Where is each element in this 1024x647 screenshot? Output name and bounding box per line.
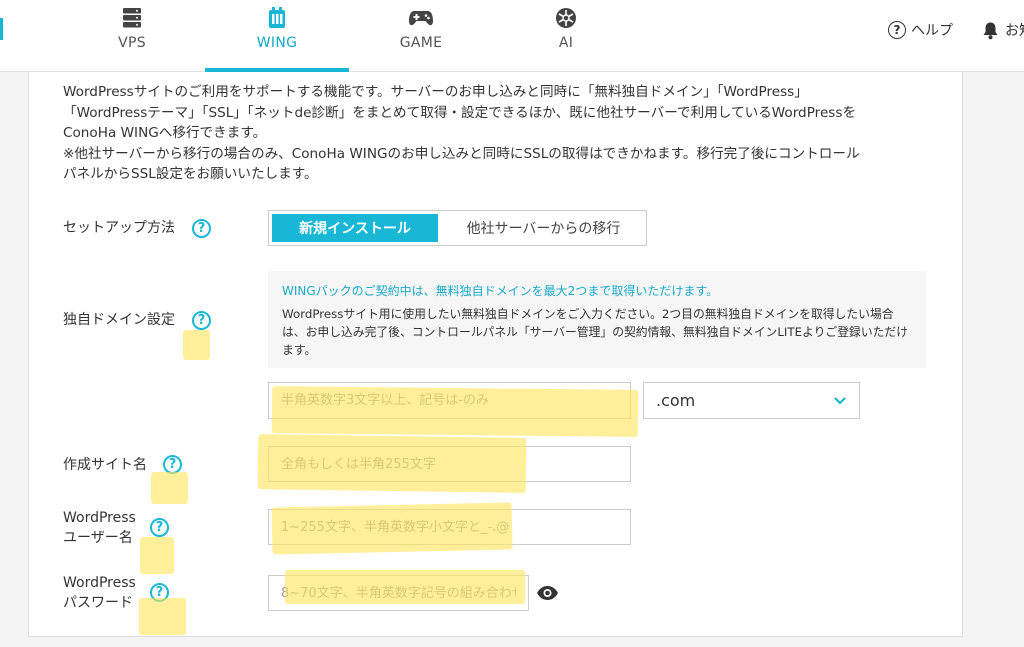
server-icon (121, 7, 143, 29)
domain-help-icon[interactable]: ? (192, 311, 211, 330)
description-line: 「WordPressテーマ」「SSL」「ネットde診断」をまとめて取得・設定でき… (63, 104, 857, 121)
highlighter-mark (139, 598, 186, 635)
new-install-option[interactable]: 新規インストール (272, 214, 438, 242)
setup-method-label: セットアップ方法 (63, 220, 175, 236)
wp-username-label: WordPress ユーザー名 (63, 508, 136, 548)
domain-info-box: WINGパックのご契約中は、無料独自ドメインを最大2つまで取得いただけます。 W… (268, 271, 926, 368)
help-label: ヘルプ (911, 23, 953, 39)
wp-password-label-line1: WordPress (63, 575, 136, 591)
ai-icon (555, 7, 577, 29)
notification-label: お知 (1005, 23, 1024, 39)
show-password-icon[interactable] (536, 585, 559, 601)
wp-username-label-line2: ユーザー名 (63, 530, 133, 546)
migrate-option[interactable]: 他社サーバーからの移行 (441, 211, 646, 245)
tab-vps[interactable]: VPS (60, 0, 204, 72)
description-line: パネルからSSL設定をお願いいたします。 (63, 166, 318, 182)
domain-info-highlight: WINGパックのご契約中は、無料独自ドメインを最大2つまで取得いただけます。 (282, 284, 719, 298)
setup-help-icon[interactable]: ? (192, 219, 211, 238)
description-line: WordPressサイトのご利用をサポートする機能です。サーバーのお申し込みと同… (63, 84, 808, 100)
wp-username-label-line1: WordPress (63, 510, 136, 526)
highlighter-mark (257, 434, 527, 493)
tab-ai[interactable]: AI (494, 0, 638, 72)
chevron-down-icon (834, 396, 846, 405)
highlighter-mark (271, 386, 639, 437)
description-line: ConoHa WINGへ移行できます。 (63, 125, 267, 141)
notification-link[interactable]: お知 (982, 20, 1024, 40)
tab-wing[interactable]: WING (205, 0, 349, 72)
tab-vps-label: VPS (118, 35, 146, 51)
wp-password-label: WordPress パスワード (63, 573, 136, 613)
nav-edge-indicator (0, 18, 3, 40)
tld-select[interactable]: .com (643, 382, 860, 419)
site-name-label: 作成サイト名 (63, 457, 147, 473)
feature-description: WordPressサイトのご利用をサポートする機能です。サーバーのお申し込みと同… (63, 82, 943, 185)
highlighter-mark (151, 472, 188, 504)
wp-username-help-icon[interactable]: ? (150, 518, 169, 537)
domain-info-body: WordPressサイト用に使用したい無料独自ドメインをご入力ください。2つ目の… (282, 307, 909, 357)
highlighter-mark (183, 330, 210, 360)
wing-icon (265, 7, 289, 29)
tab-game-label: GAME (399, 35, 443, 51)
tld-selected-value: .com (656, 391, 696, 410)
tab-wing-label: WING (256, 35, 298, 51)
highlighter-mark (271, 502, 513, 555)
help-icon: ? (888, 21, 906, 39)
wp-password-label-line2: パスワード (63, 595, 133, 611)
setup-method-toggle: 新規インストール 他社サーバーからの移行 (268, 210, 647, 246)
tab-game[interactable]: GAME (349, 0, 493, 72)
bell-icon (983, 22, 998, 39)
domain-setting-label: 独自ドメイン設定 (63, 312, 175, 328)
help-link[interactable]: ? ヘルプ (888, 20, 953, 40)
highlighter-mark (285, 570, 525, 604)
top-navigation: VPS WING GAME AI ? ヘルプ お (0, 0, 1024, 72)
highlighter-mark (140, 537, 174, 574)
description-line: ※他社サーバーから移行の場合のみ、ConoHa WINGのお申し込みと同時にSS… (63, 145, 860, 162)
gamepad-icon (408, 7, 434, 29)
tab-ai-label: AI (558, 35, 574, 51)
